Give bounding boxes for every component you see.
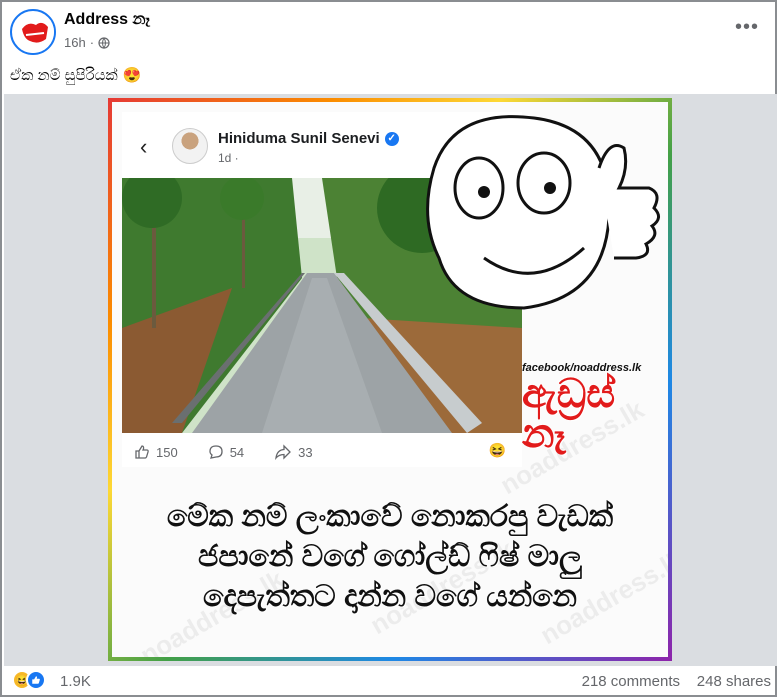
share-icon	[275, 444, 292, 460]
embedded-like-count: 150	[134, 444, 178, 460]
reaction-count[interactable]: 1.9K	[60, 673, 91, 690]
comment-icon	[209, 445, 223, 459]
like-reaction-icon	[26, 670, 46, 690]
embedded-comment-count: 54	[208, 444, 244, 460]
brand-watermark: facebook/noaddress.lk ඇඩ්‍රස් නෑ	[522, 362, 652, 454]
globe-icon	[98, 36, 110, 49]
page-avatar[interactable]	[10, 9, 56, 55]
embedded-post-stats: 150 54 33	[134, 444, 514, 460]
embedded-author-label: Hiniduma Sunil Senevi	[218, 130, 380, 147]
meme-headline: මේක නම් ලංකාවේ නොකරපු වැඩක් ජපානේ වගේ ගෝ…	[112, 497, 668, 617]
meta-separator: ·	[89, 35, 95, 50]
embedded-post-time: 1d ·	[218, 151, 239, 165]
more-options-icon[interactable]: •••	[735, 16, 759, 39]
embedded-reactions: 😆	[489, 442, 506, 459]
like-count-text: 150	[156, 444, 178, 460]
headline-line: දෙපැත්තට දාන්න වගේ යන්නෙ	[203, 580, 577, 613]
caption-text: ඒක නම් සුපිරියක්	[10, 66, 118, 84]
brand-logo-text: ඇඩ්‍රස් නෑ	[522, 372, 616, 456]
shares-link[interactable]: 248 shares	[697, 673, 771, 690]
back-arrow-icon: ‹	[140, 134, 148, 159]
comments-link[interactable]: 218 comments	[582, 673, 680, 690]
meme-canvas: noaddress.lk noaddress.lk noaddress.lk n…	[112, 102, 668, 657]
post-media[interactable]: noaddress.lk noaddress.lk noaddress.lk n…	[4, 94, 777, 666]
share-count-text: 33	[298, 444, 313, 460]
post-caption: ඒක නම් සුපිරියක් 😍	[10, 66, 142, 85]
meme-image[interactable]: noaddress.lk noaddress.lk noaddress.lk n…	[108, 98, 672, 661]
brand-logo-icon	[14, 13, 54, 53]
like-icon	[135, 445, 149, 459]
thumbs-up-meme-face	[426, 115, 660, 310]
post-card: Address නෑ 16h · ••• ඒක නම් සුපිරියක් 😍 …	[0, 0, 777, 697]
reaction-icons[interactable]: 😆	[12, 670, 46, 690]
headline-line: ජපානේ වගේ ගෝල්ඩ් ෆිෂ් මාලු	[198, 540, 582, 573]
heart-eyes-emoji: 😍	[122, 67, 142, 84]
post-footer: 😆 1.9K 218 comments 248 shares	[4, 666, 777, 697]
embedded-share-count: 33	[274, 444, 313, 460]
comment-count-text: 54	[229, 444, 245, 460]
post-time[interactable]: 16h	[64, 35, 86, 50]
verified-badge-icon: ✓	[384, 131, 399, 146]
haha-reaction-icon: 😆	[488, 442, 506, 458]
embedded-author-avatar	[172, 128, 208, 164]
post-author-name[interactable]: Address නෑ	[64, 11, 150, 29]
headline-line: මේක නම් ලංකාවේ නොකරපු වැඩක්	[166, 500, 614, 533]
post-meta: 16h ·	[64, 35, 110, 50]
embedded-author-name: Hiniduma Sunil Senevi ✓	[218, 130, 399, 147]
